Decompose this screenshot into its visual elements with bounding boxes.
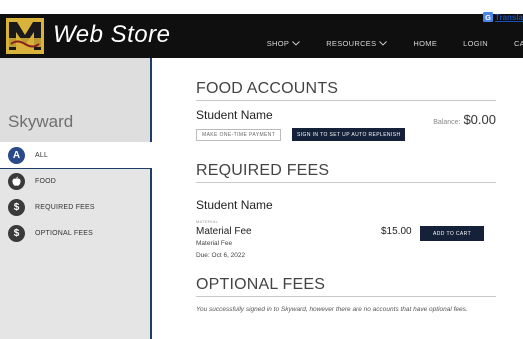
nav-login-label: LOGIN	[463, 39, 488, 48]
chevron-down-icon	[292, 41, 301, 46]
balance: Balance: $0.00	[433, 112, 496, 127]
sidebar-item-optional-fees[interactable]: $ OPTIONAL FEES	[8, 225, 93, 242]
dollar-icon: $	[8, 199, 25, 216]
nav-cart-label: CA	[513, 39, 523, 48]
sidebar-list	[0, 168, 152, 339]
translate-link[interactable]: G Transla	[482, 11, 523, 23]
top-header: Web Store SHOP RESOURCES HOME LOGIN CA	[0, 14, 523, 58]
auto-replenish-button[interactable]: SIGN IN TO SET UP AUTO REPLENISH	[292, 128, 406, 141]
nav-shop-label: SHOP	[266, 39, 290, 48]
food-accounts-heading: FOOD ACCOUNTS	[196, 80, 339, 97]
optional-fees-note: You successfully signed in to Skyward, h…	[196, 306, 468, 313]
sidebar-item-label: FOOD	[35, 178, 57, 185]
sidebar-item-food[interactable]: FOOD	[8, 173, 56, 190]
sidebar-title: Skyward	[8, 112, 74, 131]
fee-name: Material Fee	[196, 226, 252, 237]
sidebar: Skyward A ALL FOOD $ REQUIRED FEES $ OPT…	[0, 58, 152, 339]
required-fees-heading: REQUIRED FEES	[196, 162, 330, 179]
sidebar-item-all[interactable]: A ALL	[8, 147, 48, 164]
fee-description: Material Fee	[196, 240, 233, 247]
nav-home[interactable]: HOME	[413, 39, 437, 48]
main-nav: SHOP RESOURCES HOME LOGIN CA	[241, 39, 523, 48]
letter-a-icon: A	[8, 147, 25, 164]
divider	[196, 182, 496, 183]
fee-due-date: Due: Oct 6, 2022	[196, 252, 246, 259]
make-payment-button[interactable]: MAKE ONE-TIME PAYMENT	[196, 129, 282, 141]
required-student-name: Student Name	[196, 198, 273, 212]
sidebar-item-required-fees[interactable]: $ REQUIRED FEES	[8, 199, 95, 216]
sidebar-item-label: OPTIONAL FEES	[35, 230, 93, 237]
fee-amount: $15.00	[381, 226, 412, 237]
divider	[196, 100, 496, 101]
balance-label: Balance:	[433, 119, 461, 126]
nav-resources[interactable]: RESOURCES	[326, 39, 388, 48]
add-to-cart-button[interactable]: ADD TO CART	[420, 226, 485, 241]
sidebar-header: Skyward	[0, 58, 152, 142]
google-translate-icon: G	[482, 12, 493, 22]
translate-label[interactable]: Transla	[495, 13, 523, 22]
fee-category: MATERIAL	[196, 219, 219, 224]
nav-cart[interactable]: CA	[514, 39, 523, 48]
nav-resources-label: RESOURCES	[326, 39, 377, 48]
optional-fees-heading: OPTIONAL FEES	[196, 276, 326, 293]
nav-shop[interactable]: SHOP	[266, 39, 301, 48]
store-title: Web Store	[53, 21, 171, 48]
balance-value: $0.00	[463, 112, 496, 127]
svg-text:G: G	[485, 13, 491, 22]
food-student-name: Student Name	[196, 108, 273, 122]
chevron-down-icon	[379, 41, 388, 46]
nav-home-label: HOME	[413, 39, 438, 48]
nav-login[interactable]: LOGIN	[463, 39, 488, 48]
apple-icon	[8, 173, 25, 190]
sidebar-item-label: ALL	[35, 152, 49, 159]
divider	[196, 296, 496, 297]
school-logo-icon	[6, 18, 44, 54]
sidebar-item-label: REQUIRED FEES	[35, 204, 95, 211]
dollar-icon: $	[8, 225, 25, 242]
